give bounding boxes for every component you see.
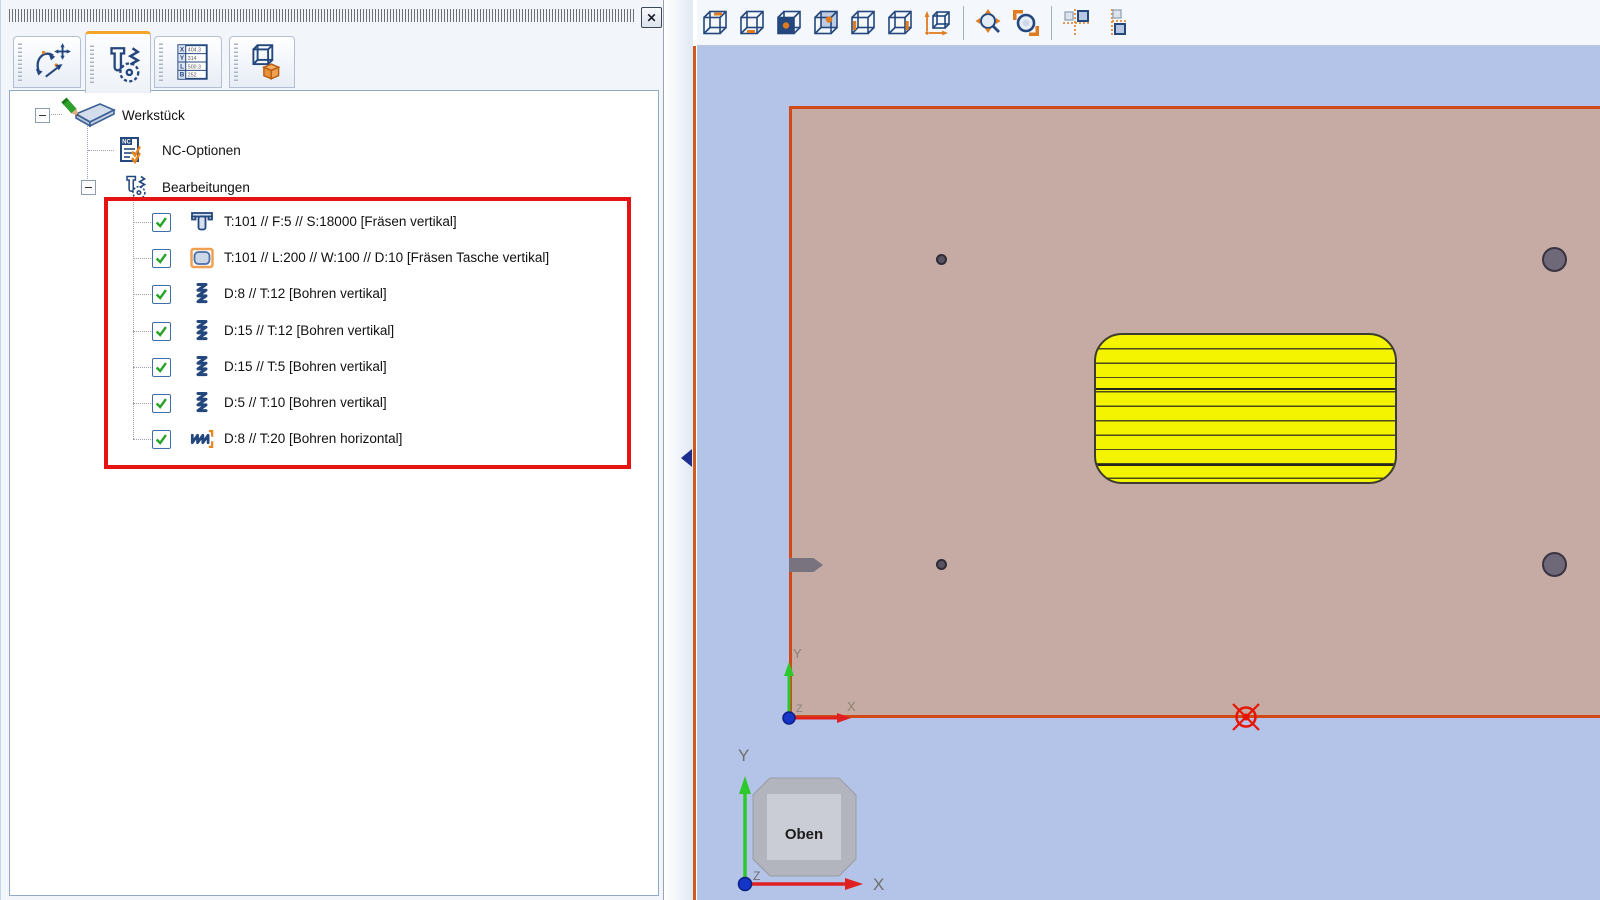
origin-bottom-right-icon[interactable] (1099, 8, 1129, 38)
tree-connector (133, 222, 151, 223)
view-orientation-indicator: Oben Y X Z (738, 746, 884, 894)
svg-text:314: 314 (188, 56, 197, 62)
view-top-icon[interactable] (701, 8, 731, 38)
tree-connector (133, 403, 151, 404)
view-back-icon[interactable] (812, 8, 842, 38)
operation-row[interactable]: D:8 // T:20 [Bohren horizontal] (10, 424, 650, 454)
drill-horizontal-icon (190, 427, 214, 451)
nc-options-icon: NC (117, 136, 145, 164)
zoom-all-icon[interactable] (974, 8, 1004, 38)
operation-checkbox[interactable] (152, 249, 171, 268)
operation-label[interactable]: T:101 // F:5 // S:18000 [Fräsen vertikal… (224, 214, 457, 229)
indicator-x-label: X (873, 875, 884, 894)
export-icon (245, 41, 287, 83)
operations-tree: Werkstück NC NC-Optionen Bearbeitungen T… (9, 90, 659, 896)
collapse-toggle[interactable] (81, 180, 96, 195)
toolbar-separator (963, 6, 964, 40)
operation-checkbox[interactable] (152, 213, 171, 232)
operation-label[interactable]: D:15 // T:5 [Bohren vertikal] (224, 359, 387, 374)
drill-hole-large[interactable] (1542, 552, 1567, 577)
tree-connector (133, 439, 151, 440)
operation-checkbox[interactable] (152, 322, 171, 341)
indicator-z-label: Z (753, 869, 760, 883)
tab-grip (234, 43, 238, 81)
machining-icon (101, 43, 143, 85)
workpiece-label[interactable]: Werkstück (122, 108, 185, 123)
operation-row[interactable]: T:101 // F:5 // S:18000 [Fräsen vertikal… (10, 207, 650, 237)
view-toolbar (697, 0, 1600, 46)
indicator-y-label: Y (738, 746, 749, 765)
panel-drag-grip[interactable] (9, 9, 635, 22)
drill-hole-small[interactable] (936, 559, 947, 570)
tab-grip (159, 43, 163, 81)
workpiece-icon (60, 96, 118, 130)
svg-text:L: L (180, 63, 184, 70)
tab-grip (18, 43, 22, 81)
tab-grip (90, 45, 94, 83)
svg-text:NC: NC (122, 140, 131, 146)
tree-item-nc-options[interactable]: NC NC-Optionen (10, 135, 650, 165)
operation-row[interactable]: T:101 // L:200 // W:100 // D:10 [Fräsen … (10, 243, 650, 273)
milling-pocket[interactable] (1094, 333, 1397, 484)
application-window: ✕ X 404.3 Y 314 L 500.3B252 (0, 0, 1600, 900)
operations-panel: ✕ X404.3Y314L500.3B252 (1, 0, 663, 900)
tree-connector (133, 331, 151, 332)
tab-contour[interactable] (13, 36, 81, 88)
view-bottom-icon[interactable] (738, 8, 768, 38)
drill-vertical-icon (190, 391, 214, 415)
operation-row[interactable]: D:15 // T:12 [Bohren vertikal] (10, 316, 650, 346)
view-iso-icon[interactable] (923, 8, 953, 38)
tab-export[interactable] (229, 36, 295, 88)
bearbeitungen-icon (120, 173, 148, 201)
contour-icon (29, 41, 73, 83)
view-front-icon[interactable] (775, 8, 805, 38)
viewport-border (693, 46, 696, 900)
viewport[interactable]: Y X Z Oben Y X (697, 46, 1600, 900)
tab-dimensions[interactable]: X404.3Y314L500.3B252 (154, 36, 222, 88)
tree-connector (133, 258, 151, 259)
svg-text:500.3: 500.3 (188, 64, 201, 70)
tree-item-bearbeitungen[interactable]: Bearbeitungen (10, 172, 650, 202)
tree-connector (133, 294, 151, 295)
mill-vertical-icon (190, 210, 214, 234)
tree-item-werkstueck[interactable]: Werkstück (10, 100, 650, 130)
dimensions-table-icon: X404.3Y314L500.3B252 (170, 41, 214, 83)
pocket-hatch-line (1096, 464, 1395, 466)
zoom-window-icon[interactable] (1011, 8, 1041, 38)
collapse-toggle[interactable] (35, 108, 50, 123)
drill-vertical-icon (190, 282, 214, 306)
drill-hole-small[interactable] (936, 254, 947, 265)
operation-checkbox[interactable] (152, 430, 171, 449)
operation-checkbox[interactable] (152, 285, 171, 304)
operation-row[interactable]: D:8 // T:12 [Bohren vertikal] (10, 279, 650, 309)
close-panel-button[interactable]: ✕ (641, 7, 662, 28)
toolbar-separator (1051, 6, 1052, 40)
view-left-icon[interactable] (849, 8, 879, 38)
operation-label[interactable]: T:101 // L:200 // W:100 // D:10 [Fräsen … (224, 250, 549, 265)
collapse-panel-arrow[interactable] (681, 449, 692, 467)
operation-checkbox[interactable] (152, 394, 171, 413)
bearbeitungen-label[interactable]: Bearbeitungen (162, 180, 250, 195)
pocket-hatch-line (1096, 388, 1395, 390)
view-name-label: Oben (785, 826, 823, 843)
pocket-icon (190, 246, 214, 270)
operation-row[interactable]: D:15 // T:5 [Bohren vertikal] (10, 352, 650, 382)
operation-label[interactable]: D:5 // T:10 [Bohren vertikal] (224, 395, 387, 410)
tab-machining[interactable] (85, 31, 151, 93)
drill-vertical-icon (190, 355, 214, 379)
svg-text:252: 252 (188, 73, 197, 79)
operation-label[interactable]: D:8 // T:12 [Bohren vertikal] (224, 286, 387, 301)
operation-checkbox[interactable] (152, 358, 171, 377)
origin-top-right-icon[interactable] (1062, 8, 1092, 38)
tree-connector (133, 367, 151, 368)
operation-label[interactable]: D:8 // T:20 [Bohren horizontal] (224, 431, 402, 446)
view-right-icon[interactable] (886, 8, 916, 38)
drill-vertical-icon (190, 319, 214, 343)
drill-hole-large[interactable] (1542, 247, 1567, 272)
operation-row[interactable]: D:5 // T:10 [Bohren vertikal] (10, 388, 650, 418)
operation-label[interactable]: D:15 // T:12 [Bohren vertikal] (224, 323, 394, 338)
svg-text:404.3: 404.3 (188, 48, 201, 54)
nc-options-label[interactable]: NC-Optionen (162, 143, 241, 158)
svg-text:B: B (180, 72, 185, 79)
